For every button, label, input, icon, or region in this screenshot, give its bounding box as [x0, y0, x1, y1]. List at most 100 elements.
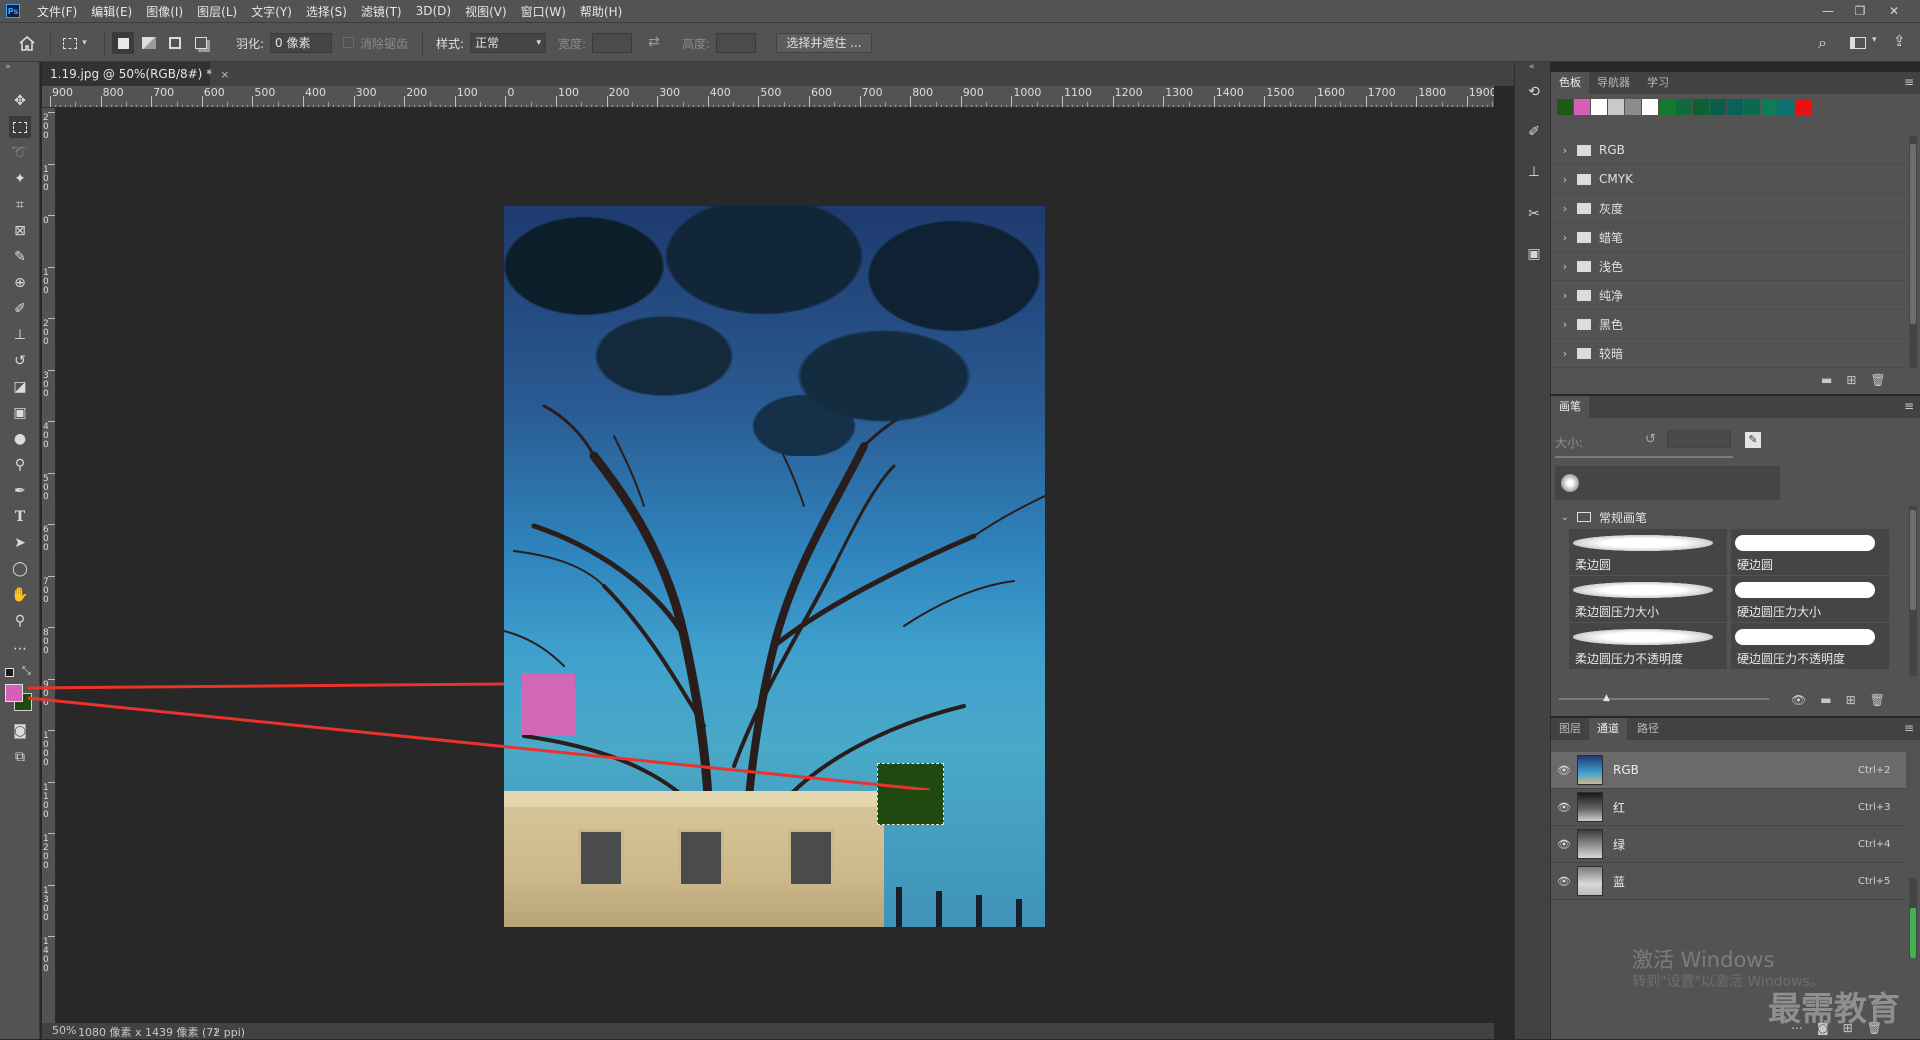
feather-input[interactable]: 0 像素 — [270, 33, 332, 53]
channel-row-red[interactable]: 👁 红 Ctrl+3 — [1551, 789, 1906, 826]
panel-menu-icon[interactable]: ≡ — [1904, 75, 1914, 89]
swatch[interactable] — [1608, 99, 1624, 115]
menu-help[interactable]: 帮助(H) — [573, 3, 629, 20]
menu-window[interactable]: 窗口(W) — [514, 3, 573, 20]
menu-select[interactable]: 选择(S) — [299, 3, 354, 20]
channels-scrollbar[interactable] — [1909, 878, 1917, 958]
swatch[interactable] — [1761, 99, 1777, 115]
swatch-group-light[interactable]: › 浅色 — [1551, 252, 1906, 281]
zoom-level[interactable]: 50% — [52, 1024, 76, 1037]
brush-soft-round-pressure-size[interactable]: 柔边圆压力大小 — [1569, 576, 1727, 622]
swatch[interactable] — [1727, 99, 1743, 115]
new-brush-icon[interactable]: ⊞ — [1846, 693, 1856, 707]
swatch[interactable] — [1642, 99, 1658, 115]
visibility-eye-icon[interactable]: 👁 — [1551, 801, 1577, 814]
swatch[interactable] — [1574, 99, 1590, 115]
recent-brush-preview[interactable] — [1555, 466, 1780, 500]
channel-row-rgb[interactable]: 👁 RGB Ctrl+2 — [1551, 752, 1906, 789]
tab-paths[interactable]: 路径 — [1629, 718, 1667, 740]
rectangular-marquee-tool-icon[interactable] — [9, 116, 31, 138]
swatch[interactable] — [1591, 99, 1607, 115]
swatch-group-pastel[interactable]: › 蜡笔 — [1551, 223, 1906, 252]
style-select[interactable]: 正常 ▾ — [470, 33, 546, 53]
visibility-eye-icon[interactable]: 👁 — [1551, 764, 1577, 777]
tab-channels[interactable]: 通道 — [1589, 718, 1627, 740]
swatch[interactable] — [1693, 99, 1709, 115]
tab-brushes[interactable]: 画笔 — [1551, 396, 1589, 418]
clone-stamp-tool-icon[interactable]: ⊥ — [9, 324, 31, 346]
frame-tool-icon[interactable]: ⊠ — [9, 220, 31, 242]
green-selection-rectangle[interactable] — [877, 763, 944, 825]
visibility-eye-icon[interactable]: 👁 — [1551, 838, 1577, 851]
brush-tool-icon[interactable]: ✐ — [9, 298, 31, 320]
swatch[interactable] — [1795, 99, 1811, 115]
menu-view[interactable]: 视图(V) — [458, 3, 514, 20]
swatch[interactable] — [1659, 99, 1675, 115]
eyedropper-tool-icon[interactable]: ✎ — [9, 246, 31, 268]
brush-size-slider[interactable] — [1555, 456, 1733, 458]
hand-tool-icon[interactable]: ✋ — [9, 584, 31, 606]
properties-icon[interactable]: ▣ — [1524, 244, 1544, 264]
scrollbar-thumb[interactable] — [1910, 908, 1916, 958]
swatch-group-dark[interactable]: › 黑色 — [1551, 310, 1906, 339]
toggle-preview-icon[interactable]: 👁 — [1791, 693, 1806, 707]
more-tools-icon[interactable]: ⋯ — [9, 638, 31, 660]
swap-width-height-icon[interactable]: ⇄ — [648, 34, 660, 50]
channel-row-green[interactable]: 👁 绿 Ctrl+4 — [1551, 826, 1906, 863]
brush-group-general[interactable]: ⌄ 常规画笔 — [1551, 506, 1906, 528]
swatch-group-pure[interactable]: › 纯净 — [1551, 281, 1906, 310]
channel-row-blue[interactable]: 👁 蓝 Ctrl+5 — [1551, 863, 1906, 900]
brush-settings-toggle-icon[interactable]: ✎ — [1745, 432, 1761, 448]
swatch[interactable] — [1778, 99, 1794, 115]
tool-presets-icon[interactable]: ✂ — [1524, 204, 1544, 224]
brush-preview-size-slider[interactable]: ▲ — [1559, 693, 1769, 703]
swatch-group-darker[interactable]: › 较暗 — [1551, 339, 1906, 368]
move-tool-icon[interactable]: ✥ — [9, 90, 31, 112]
spot-healing-brush-icon[interactable]: ⊕ — [9, 272, 31, 294]
new-group-icon[interactable]: ▬ — [1820, 693, 1831, 707]
collapse-toolbar-icon[interactable]: » — [5, 62, 11, 72]
menu-filter[interactable]: 滤镜(T) — [354, 3, 409, 20]
swatch-group-grayscale[interactable]: › 灰度 — [1551, 194, 1906, 223]
width-input[interactable] — [592, 33, 632, 53]
type-tool-icon[interactable]: T — [9, 506, 31, 528]
search-icon[interactable]: ⌕ — [1818, 33, 1827, 53]
chevron-down-icon[interactable]: ▾ — [1872, 35, 1877, 45]
gradient-tool-icon[interactable]: ▣ — [9, 402, 31, 424]
marquee-tool-preset-picker[interactable]: ▾ — [58, 32, 92, 54]
blur-tool-icon[interactable]: ● — [9, 428, 31, 450]
select-and-mask-button[interactable]: 选择并遮住 ... — [776, 33, 872, 53]
eraser-tool-icon[interactable]: ◪ — [9, 376, 31, 398]
foreground-color-swatch[interactable] — [5, 684, 23, 702]
brush-hard-round[interactable]: 硬边圆 — [1731, 529, 1889, 575]
canvas-area[interactable] — [57, 108, 1494, 1023]
panel-menu-icon[interactable]: ≡ — [1904, 399, 1914, 413]
intersect-selection-button[interactable] — [190, 32, 212, 54]
swatch[interactable] — [1710, 99, 1726, 115]
default-colors-icon[interactable] — [5, 668, 14, 677]
scrollbar-thumb[interactable] — [1910, 510, 1916, 610]
brush-settings-icon[interactable]: ✐ — [1524, 122, 1544, 142]
slider-thumb-icon[interactable]: ▲ — [1603, 693, 1610, 703]
swatch[interactable] — [1676, 99, 1692, 115]
brush-soft-round-pressure-opacity[interactable]: 柔边圆压力不透明度 — [1569, 623, 1727, 669]
tab-learn[interactable]: 学习 — [1639, 72, 1677, 94]
swatch[interactable] — [1625, 99, 1641, 115]
restore-button[interactable]: ❐ — [1846, 0, 1874, 22]
ellipse-tool-icon[interactable]: ◯ — [9, 558, 31, 580]
swap-colors-icon[interactable]: ⤡ — [22, 664, 31, 678]
share-icon[interactable]: ⇪ — [1893, 32, 1906, 50]
swatch[interactable] — [1557, 99, 1573, 115]
brush-soft-round[interactable]: 柔边圆 — [1569, 529, 1727, 575]
history-brush-icon[interactable]: ↺ — [9, 350, 31, 372]
brush-hard-round-pressure-size[interactable]: 硬边圆压力大小 — [1731, 576, 1889, 622]
tab-swatches[interactable]: 色板 — [1551, 72, 1589, 94]
zoom-tool-icon[interactable]: ⚲ — [9, 610, 31, 632]
subtract-from-selection-button[interactable] — [164, 32, 186, 54]
magic-wand-tool-icon[interactable]: ✦ — [9, 168, 31, 190]
new-group-icon[interactable]: ▬ — [1821, 373, 1832, 387]
minimize-button[interactable]: — — [1814, 0, 1842, 22]
add-to-selection-button[interactable] — [138, 32, 160, 54]
height-input[interactable] — [716, 33, 756, 53]
quick-mask-icon[interactable]: ◙ — [9, 720, 31, 742]
